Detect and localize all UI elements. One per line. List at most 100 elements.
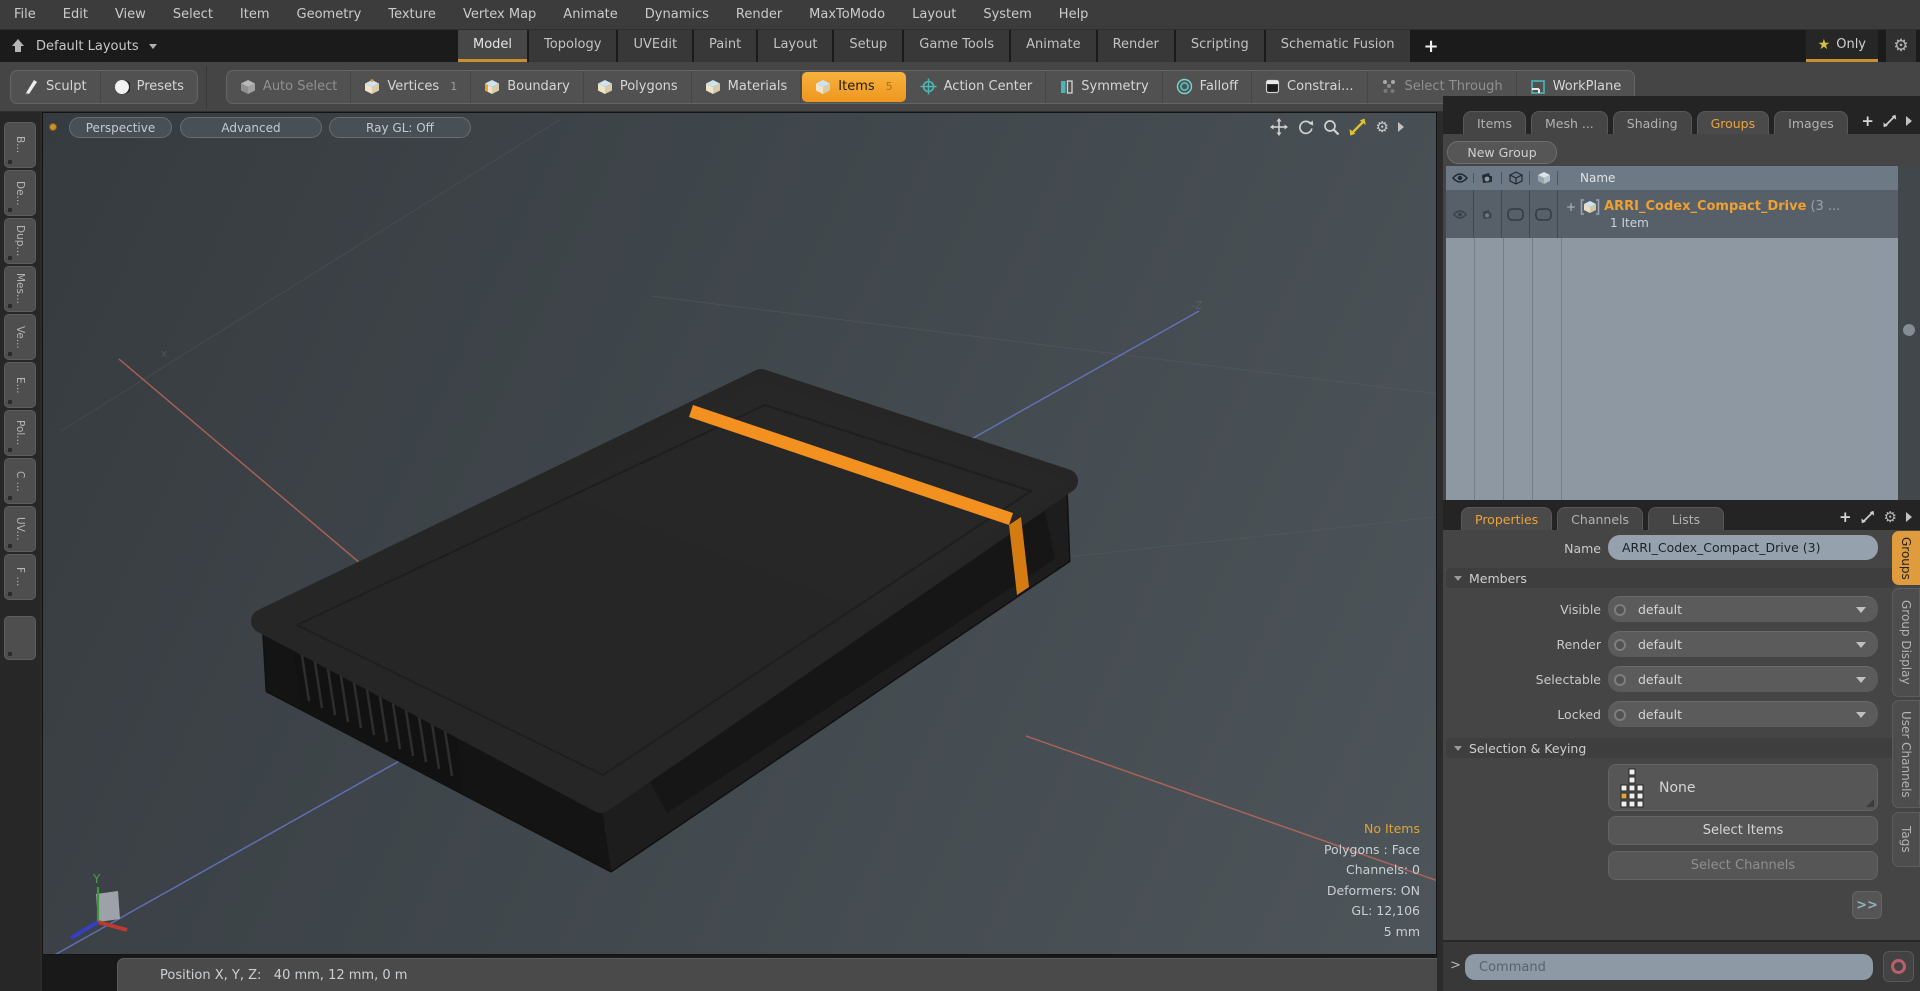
- tab-setup[interactable]: Setup: [834, 30, 903, 62]
- left-tab-duplicate[interactable]: Dup...: [4, 218, 36, 264]
- presets-button[interactable]: Presets: [101, 71, 197, 103]
- viewport-raygl-button[interactable]: Ray GL: Off: [329, 117, 471, 138]
- rotate-icon[interactable]: [1297, 119, 1314, 136]
- tab-layout[interactable]: Layout: [758, 30, 833, 62]
- tab-render[interactable]: Render: [1097, 30, 1174, 62]
- left-tab-falloff[interactable]: F ...: [4, 554, 36, 600]
- left-tab-uv[interactable]: UV...: [4, 506, 36, 552]
- add-layout-tab-button[interactable]: +: [1412, 30, 1451, 62]
- menu-texture[interactable]: Texture: [388, 7, 436, 22]
- name-column-header[interactable]: Name: [1558, 171, 1898, 185]
- menu-view[interactable]: View: [115, 7, 146, 22]
- solid-column-header[interactable]: [1530, 171, 1558, 185]
- side-tab-user-channels[interactable]: User Channels: [1892, 700, 1920, 808]
- members-section-header[interactable]: Members: [1446, 568, 1895, 588]
- side-tab-groups[interactable]: Groups: [1892, 531, 1920, 585]
- menu-edit[interactable]: Edit: [63, 7, 88, 22]
- render-column-header[interactable]: [1474, 172, 1502, 184]
- left-tab-blank[interactable]: [4, 616, 36, 660]
- keying-none-button[interactable]: None: [1608, 764, 1878, 811]
- menu-animate[interactable]: Animate: [563, 7, 617, 22]
- layout-up-arrow-icon[interactable]: [10, 38, 26, 54]
- channel-toggle-icon[interactable]: [1614, 708, 1626, 721]
- viewport-shading-button[interactable]: Advanced: [180, 117, 322, 138]
- tab-lists[interactable]: Lists: [1648, 507, 1725, 530]
- row-visibility-toggle[interactable]: [1446, 190, 1474, 238]
- tab-shading[interactable]: Shading: [1612, 111, 1692, 134]
- group-name-input[interactable]: ARRI_Codex_Compact_Drive (3): [1608, 535, 1878, 560]
- more-options-button[interactable]: >>: [1852, 891, 1882, 919]
- menu-file[interactable]: File: [14, 7, 36, 22]
- menu-help[interactable]: Help: [1059, 7, 1089, 22]
- channel-toggle-icon[interactable]: [1614, 673, 1626, 686]
- tab-animate[interactable]: Animate: [1011, 30, 1096, 62]
- materials-mode-button[interactable]: Materials: [692, 70, 802, 103]
- menu-render[interactable]: Render: [736, 7, 782, 22]
- layout-gear-button[interactable]: ⚙: [1886, 30, 1916, 62]
- falloff-button[interactable]: Falloff: [1163, 70, 1253, 103]
- auto-select-button[interactable]: Auto Select: [227, 70, 352, 103]
- command-input[interactable]: Command: [1465, 954, 1873, 980]
- menu-dynamics[interactable]: Dynamics: [645, 7, 709, 22]
- groups-list-empty-area[interactable]: [1446, 238, 1898, 500]
- new-group-button[interactable]: New Group: [1447, 141, 1557, 164]
- items-mode-button[interactable]: Items 5: [802, 71, 906, 102]
- vertices-mode-button[interactable]: Vertices 1: [351, 70, 472, 103]
- selectable-dropdown[interactable]: default: [1608, 666, 1878, 692]
- mesh-object[interactable]: [251, 369, 1078, 873]
- pan-icon[interactable]: [1269, 118, 1288, 136]
- tab-schematic-fusion[interactable]: Schematic Fusion: [1265, 30, 1410, 62]
- prop-panel-arrow-icon[interactable]: [1906, 512, 1912, 522]
- tab-channels[interactable]: Channels: [1557, 507, 1644, 530]
- add-prop-tab-button[interactable]: +: [1839, 508, 1852, 526]
- row-render-toggle[interactable]: [1474, 190, 1502, 238]
- left-tab-edge[interactable]: E...: [4, 362, 36, 408]
- scrollbar-knob[interactable]: [1903, 324, 1915, 336]
- group-row[interactable]: + ARRI_Codex_Compact_Drive (3 ... 1 Item: [1446, 190, 1898, 238]
- tab-properties[interactable]: Properties: [1461, 507, 1553, 530]
- render-dropdown[interactable]: default: [1608, 631, 1878, 657]
- visibility-column-header[interactable]: [1446, 173, 1474, 183]
- layout-switcher[interactable]: Default Layouts: [36, 39, 139, 54]
- left-tab-curves[interactable]: C ...: [4, 458, 36, 504]
- select-channels-button[interactable]: Select Channels: [1608, 851, 1878, 880]
- tab-topology[interactable]: Topology: [529, 30, 617, 62]
- row-wire-checkbox[interactable]: [1502, 190, 1530, 238]
- list-panel-arrow-icon[interactable]: [1906, 116, 1912, 126]
- favorites-only-toggle[interactable]: ★ Only: [1805, 30, 1878, 62]
- tab-game-tools[interactable]: Game Tools: [904, 30, 1010, 62]
- tab-scripting[interactable]: Scripting: [1175, 30, 1264, 62]
- tab-mesh-ops[interactable]: Mesh ...: [1530, 111, 1608, 134]
- maximize-icon[interactable]: [1349, 118, 1367, 136]
- prop-gear-icon[interactable]: ⚙: [1884, 508, 1897, 526]
- row-solid-checkbox[interactable]: [1530, 190, 1558, 238]
- channel-toggle-icon[interactable]: [1614, 603, 1626, 616]
- popout-icon[interactable]: [1883, 114, 1897, 128]
- side-tab-group-display[interactable]: Group Display: [1892, 588, 1920, 697]
- add-list-tab-button[interactable]: +: [1861, 112, 1874, 130]
- boundary-mode-button[interactable]: Boundary: [471, 70, 584, 103]
- tab-images[interactable]: Images: [1774, 111, 1848, 134]
- zoom-icon[interactable]: [1323, 119, 1340, 136]
- menu-item[interactable]: Item: [240, 7, 270, 22]
- macro-record-button[interactable]: [1883, 951, 1914, 982]
- expand-group-button[interactable]: +: [1566, 200, 1576, 214]
- selection-keying-section-header[interactable]: Selection & Keying: [1446, 738, 1895, 758]
- viewport-expand-arrow-icon[interactable]: [1398, 122, 1404, 132]
- tab-uvedit[interactable]: UVEdit: [618, 30, 693, 62]
- wire-column-header[interactable]: [1502, 171, 1530, 185]
- tab-items[interactable]: Items: [1463, 111, 1526, 134]
- left-tab-polygon[interactable]: Pol...: [4, 410, 36, 456]
- groups-list-scrollbar[interactable]: [1898, 166, 1920, 500]
- sculpt-button[interactable]: Sculpt: [11, 70, 101, 103]
- left-tab-basic[interactable]: B...: [4, 122, 36, 168]
- channel-toggle-icon[interactable]: [1614, 638, 1626, 651]
- tab-paint[interactable]: Paint: [694, 30, 757, 62]
- polygons-mode-button[interactable]: Polygons: [584, 70, 692, 103]
- menu-system[interactable]: System: [983, 7, 1031, 22]
- popout-icon[interactable]: [1860, 510, 1875, 524]
- action-center-button[interactable]: Action Center: [907, 70, 1047, 103]
- visible-dropdown[interactable]: default: [1608, 596, 1878, 622]
- tab-groups[interactable]: Groups: [1696, 111, 1770, 134]
- constraints-button[interactable]: Constrai...: [1252, 70, 1368, 103]
